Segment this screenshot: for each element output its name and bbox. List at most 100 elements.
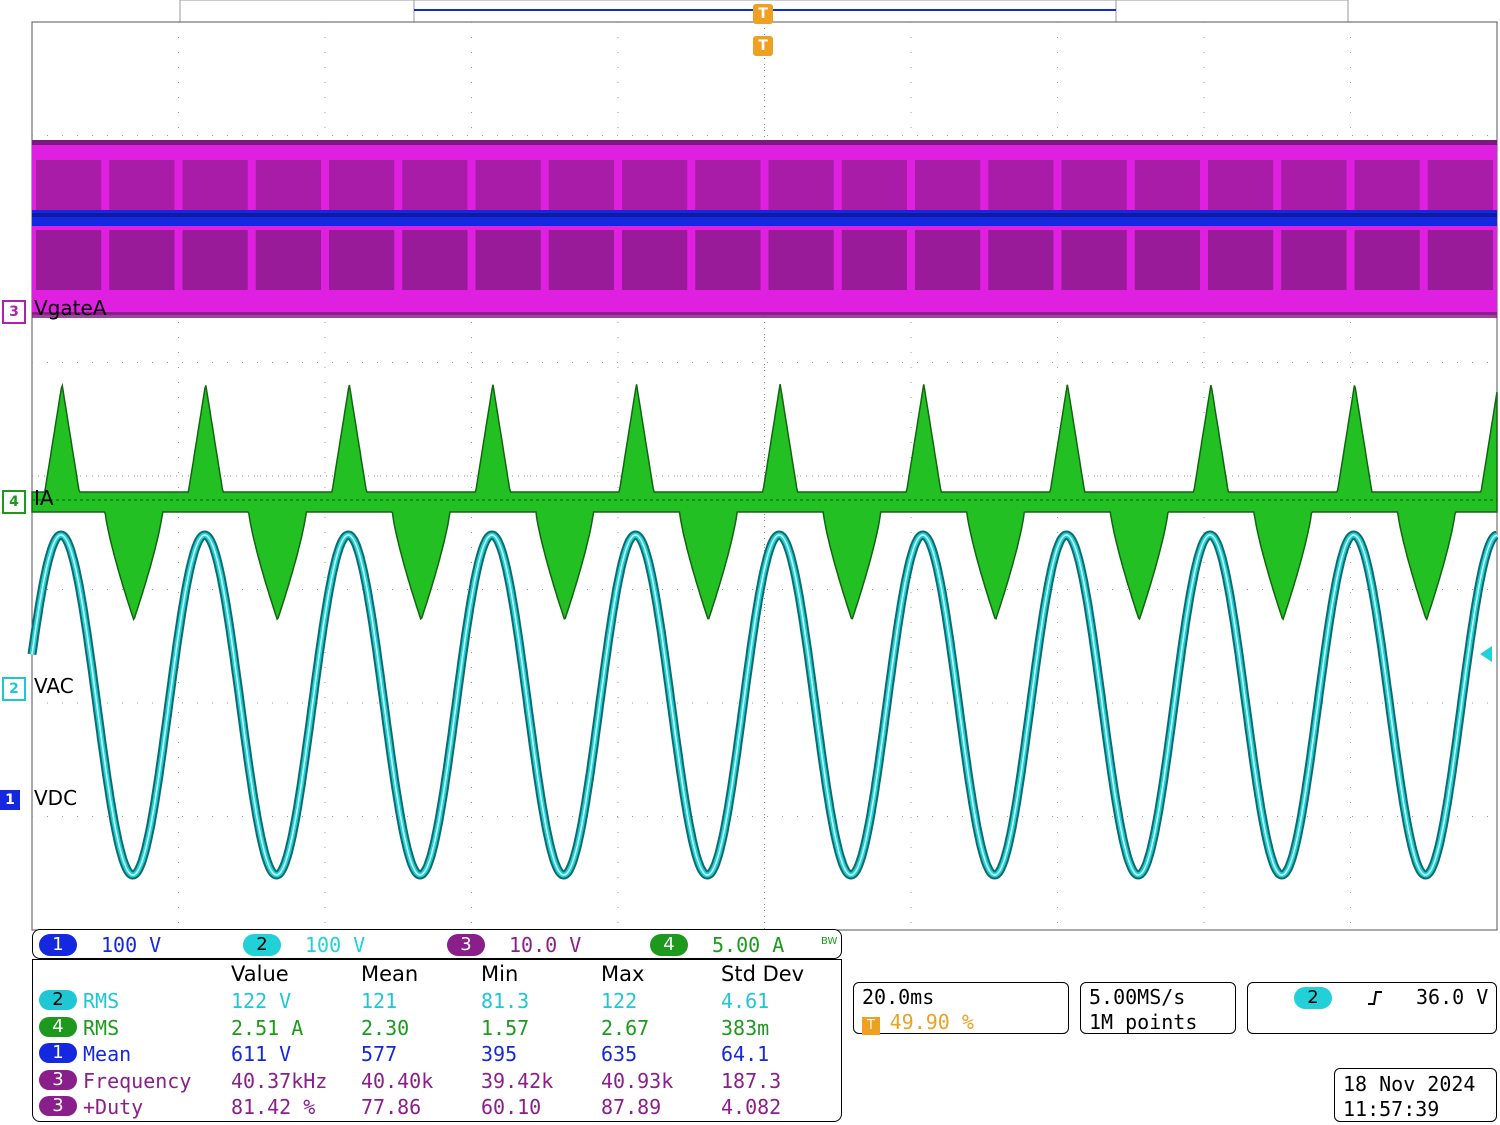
- ch3-burst: [915, 160, 981, 210]
- measurement-value: 39.42k: [481, 1068, 554, 1093]
- ch1-scale-badge[interactable]: 1: [39, 934, 77, 956]
- ch3-burst: [402, 160, 468, 210]
- measurement-value: 81.3: [481, 989, 530, 1013]
- ch3-burst: [548, 230, 614, 290]
- ch4-ground-marker[interactable]: 4: [2, 490, 26, 514]
- ch3-burst: [622, 160, 688, 210]
- record-length: 1M points: [1089, 1010, 1198, 1034]
- ch3-burst: [1354, 230, 1420, 290]
- ch3-burst: [1427, 230, 1493, 290]
- ch3-burst: [1427, 160, 1493, 210]
- measurement-value: 60.10: [481, 1095, 542, 1119]
- ch3-burst: [109, 230, 175, 290]
- measurement-header: Max: [601, 962, 645, 986]
- timebase-readout[interactable]: 20.0ms T 49.90 %: [853, 982, 1069, 1035]
- measurement-channel-badge: 1: [39, 1043, 77, 1063]
- ch3-burst: [622, 230, 688, 290]
- measurement-value: 4.61: [721, 989, 770, 1013]
- ch3-burst: [1281, 230, 1347, 290]
- ch3-burst: [329, 230, 395, 290]
- measurement-value: 187.3: [721, 1068, 782, 1093]
- datetime-readout: 18 Nov 2024 11:57:39: [1334, 1068, 1497, 1122]
- ch3-burst: [1281, 160, 1347, 210]
- measurement-value: 122: [601, 989, 638, 1013]
- bandwidth-limit-icon: BW: [821, 936, 838, 947]
- measurement-value: 577: [361, 1042, 398, 1066]
- measurement-value: 40.40k: [361, 1068, 434, 1093]
- trigger-level-icon[interactable]: [1480, 646, 1492, 662]
- ch3-burst: [915, 230, 981, 290]
- trigger-time-marker[interactable]: T: [753, 36, 773, 56]
- measurement-name: RMS: [83, 1015, 120, 1040]
- measurement-channel-badge: 4: [39, 1016, 77, 1037]
- measurement-header: Min: [481, 962, 519, 986]
- trigger-position-percent: 49.90 %: [889, 1010, 974, 1034]
- ch4-scale-badge[interactable]: 4: [650, 934, 688, 956]
- measurement-name: +Duty: [83, 1095, 144, 1119]
- timebase-scale: 20.0ms: [862, 985, 935, 1009]
- trigger-position-icon: T: [862, 1017, 880, 1035]
- ch4-label: IA: [34, 486, 54, 510]
- measurement-value: 87.89: [601, 1095, 662, 1119]
- ch4-scale-value: 5.00 A: [712, 933, 785, 957]
- measurement-value: 40.37kHz: [231, 1068, 328, 1093]
- sample-rate: 5.00MS/s: [1089, 985, 1186, 1009]
- measurement-value: 81.42 %: [231, 1095, 316, 1119]
- time: 11:57:39: [1343, 1097, 1440, 1121]
- ch2-ground-marker[interactable]: 2: [2, 677, 26, 701]
- ch3-burst: [1208, 160, 1274, 210]
- ch1-ground-marker[interactable]: 1: [0, 790, 20, 810]
- measurement-value: 4.082: [721, 1095, 782, 1119]
- ch3-burst: [329, 160, 395, 210]
- trigger-readout[interactable]: 2 36.0 V: [1247, 982, 1497, 1034]
- acquisition-readout[interactable]: 5.00MS/s 1M points: [1080, 982, 1236, 1034]
- ch3-burst: [36, 160, 102, 210]
- ch3-burst: [548, 160, 614, 210]
- ch3-burst: [255, 160, 321, 210]
- ch3-burst: [1061, 230, 1127, 290]
- measurement-name: Frequency: [83, 1068, 192, 1093]
- ch1-scale-value: 100 V: [101, 933, 162, 957]
- ch3-burst: [695, 160, 761, 210]
- ch3-burst: [255, 230, 321, 290]
- ch3-burst: [841, 230, 907, 290]
- ch3-burst: [988, 230, 1054, 290]
- ch3-burst: [1354, 160, 1420, 210]
- ch3-burst: [182, 230, 248, 290]
- measurement-value: 395: [481, 1042, 518, 1066]
- measurement-channel-badge: 3: [39, 1096, 77, 1116]
- ch1-waveform: [32, 210, 1497, 226]
- measurement-value: 64.1: [721, 1042, 770, 1066]
- measurement-value: 635: [601, 1042, 638, 1066]
- measurement-value: 40.93k: [601, 1068, 674, 1093]
- ch3-edge: [32, 312, 1497, 318]
- ch2-scale-badge[interactable]: 2: [243, 934, 281, 956]
- measurement-channel-badge: 2: [39, 990, 77, 1010]
- trigger-source: 2: [1294, 987, 1332, 1009]
- ch3-scale-badge[interactable]: 3: [447, 934, 485, 956]
- measurement-header: Std Dev: [721, 962, 805, 986]
- ch3-burst: [475, 230, 541, 290]
- ch3-burst: [768, 160, 834, 210]
- rising-edge-icon: [1368, 991, 1382, 1005]
- measurement-name: RMS: [83, 989, 120, 1013]
- ch3-burst: [988, 160, 1054, 210]
- measurement-value: 2.51 A: [231, 1015, 304, 1040]
- ch3-burst: [475, 160, 541, 210]
- trigger-position-marker[interactable]: T: [753, 4, 773, 24]
- ch3-burst: [402, 230, 468, 290]
- measurement-value: 1.57: [481, 1015, 530, 1040]
- measurement-value: 122 V: [231, 989, 292, 1013]
- ch3-edge: [32, 140, 1497, 145]
- ch3-burst: [36, 230, 102, 290]
- measurement-value: 2.67: [601, 1015, 650, 1040]
- ch3-ground-marker[interactable]: 3: [2, 300, 26, 324]
- measurement-channel-badge: 3: [39, 1069, 77, 1090]
- date: 18 Nov 2024: [1343, 1072, 1476, 1096]
- ch3-burst: [768, 230, 834, 290]
- measurement-table: Value Mean Min Max Std Dev 2 RMS 122 V 121 81.3 12…: [32, 959, 842, 1122]
- ch3-burst: [1134, 160, 1200, 210]
- measurement-value: 611 V: [231, 1042, 292, 1066]
- ch3-burst: [695, 230, 761, 290]
- measurement-value: 121: [361, 989, 398, 1013]
